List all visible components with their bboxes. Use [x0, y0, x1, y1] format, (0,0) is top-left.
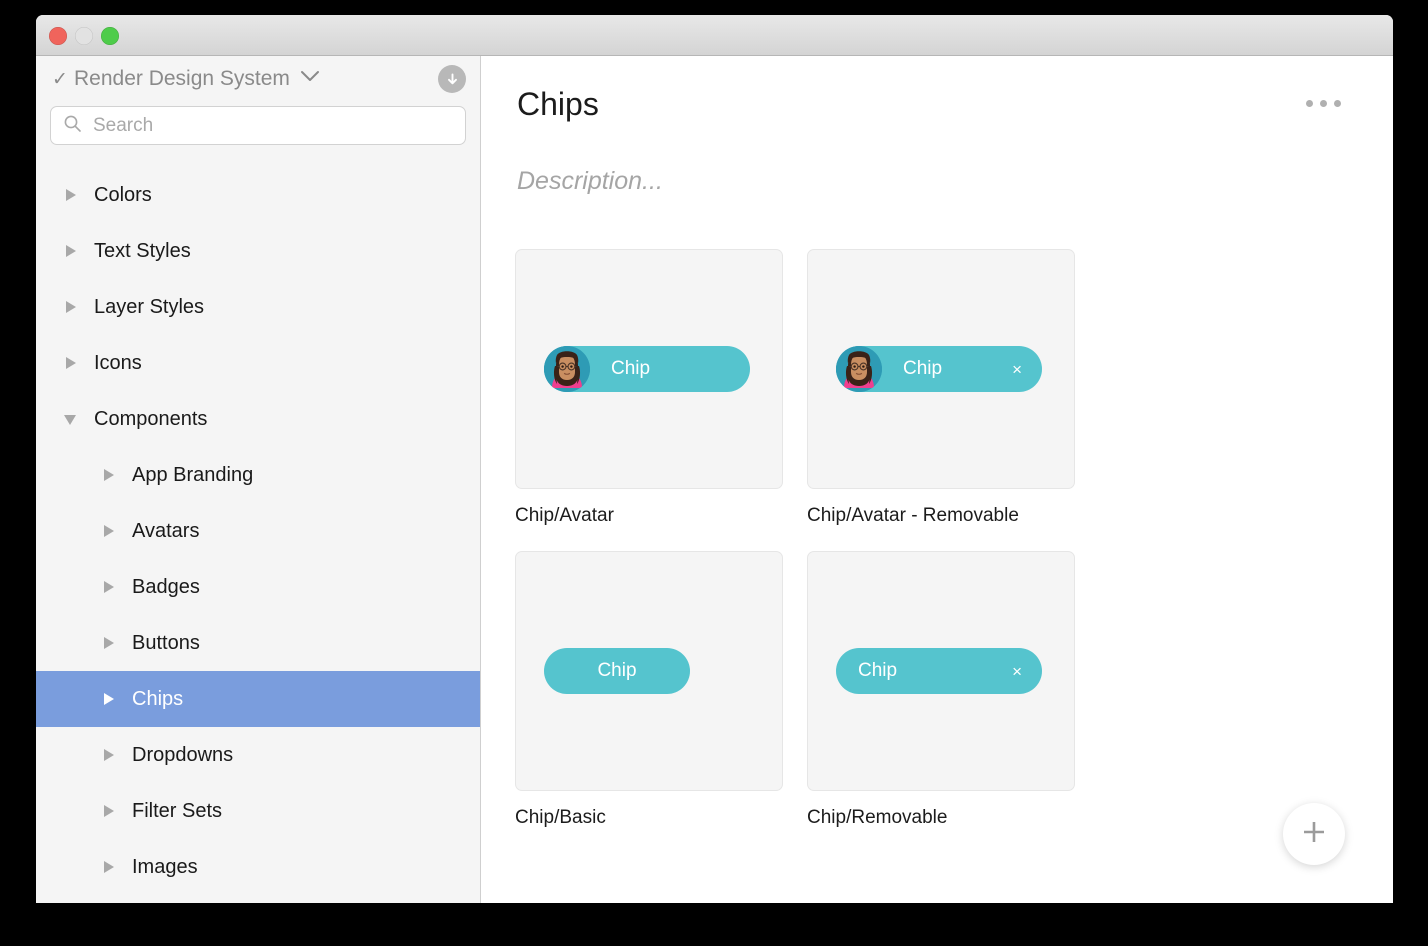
ellipsis-dot	[1334, 100, 1341, 107]
component-name-label: Chip/Avatar	[515, 505, 614, 526]
chip-label: Chip	[903, 358, 943, 379]
sidebar-item-dropdowns[interactable]: Dropdowns	[36, 727, 480, 783]
chevron-right-icon[interactable]	[66, 356, 78, 370]
sidebar-item-label: Icons	[94, 351, 142, 374]
library-selector[interactable]: ✓ Render Design System	[36, 56, 480, 102]
chevron-right-icon[interactable]	[104, 860, 116, 874]
sidebar-item-colors[interactable]: Colors	[36, 167, 480, 223]
chevron-right-icon[interactable]	[104, 692, 116, 706]
content-header: Chips	[481, 56, 1393, 123]
sidebar-item-label: App Branding	[132, 463, 254, 486]
component-name-label: Chip/Avatar - Removable	[807, 505, 1019, 526]
sidebar-item-images[interactable]: Images	[36, 839, 480, 895]
main-content: Chips Description... Chip Chip/Avatar Ch…	[481, 56, 1393, 903]
zoom-window-button[interactable]	[101, 27, 119, 45]
close-window-button[interactable]	[49, 27, 67, 45]
sidebar-item-label: Chips	[132, 687, 184, 710]
chevron-right-icon[interactable]	[66, 188, 78, 202]
chip-avatar-removable[interactable]: Chip ×	[836, 346, 1042, 392]
component-preview-card[interactable]: Chip	[515, 551, 783, 791]
woman-avatar-icon	[836, 346, 882, 392]
window-titlebar	[36, 15, 1393, 56]
chip-basic[interactable]: Chip	[544, 648, 690, 694]
sidebar-item-label: Components	[94, 407, 208, 430]
sidebar-item-text-styles[interactable]: Text Styles	[36, 223, 480, 279]
chevron-right-icon[interactable]	[104, 468, 116, 482]
traffic-lights	[49, 27, 119, 45]
page-title: Chips	[517, 86, 599, 122]
chevron-right-icon[interactable]	[66, 300, 78, 314]
ellipsis-dot	[1306, 100, 1313, 107]
woman-avatar-icon	[544, 346, 590, 392]
sidebar-item-app-branding[interactable]: App Branding	[36, 447, 480, 503]
sidebar-item-badges[interactable]: Badges	[36, 559, 480, 615]
close-icon[interactable]: ×	[1012, 663, 1022, 680]
sidebar-item-icons[interactable]: Icons	[36, 335, 480, 391]
chip-label: Chip	[858, 660, 898, 681]
sidebar: ✓ Render Design System Search Colors Tex…	[36, 56, 481, 903]
grid-cell: Chip Chip/Avatar	[515, 249, 783, 527]
chevron-right-icon[interactable]	[104, 636, 116, 650]
component-preview-card[interactable]: Chip	[515, 249, 783, 489]
component-preview-card[interactable]: Chip ×	[807, 551, 1075, 791]
description-field[interactable]: Description...	[481, 123, 1393, 196]
chip-avatar[interactable]: Chip	[544, 346, 750, 392]
grid-cell: Chip × Chip/Removable	[807, 551, 1075, 829]
library-name: Render Design System	[74, 67, 290, 90]
chevron-down-icon[interactable]	[64, 412, 78, 426]
chevron-right-icon[interactable]	[104, 580, 116, 594]
search-placeholder: Search	[93, 114, 154, 136]
plus-icon	[1300, 818, 1328, 851]
close-icon[interactable]: ×	[1012, 361, 1022, 378]
download-icon[interactable]	[438, 65, 466, 93]
sidebar-item-chips[interactable]: Chips	[36, 671, 480, 727]
window-body: ✓ Render Design System Search Colors Tex…	[36, 56, 1393, 903]
component-grid: Chip Chip/Avatar Chip × Chip/Avatar - Re…	[481, 196, 1361, 829]
sidebar-item-filter-sets[interactable]: Filter Sets	[36, 783, 480, 839]
sidebar-item-layer-styles[interactable]: Layer Styles	[36, 279, 480, 335]
chip-removable[interactable]: Chip ×	[836, 648, 1042, 694]
ellipsis-dot	[1320, 100, 1327, 107]
component-tree: Colors Text Styles Layer Styles Icons Co…	[36, 167, 480, 895]
chip-label: Chip	[611, 358, 651, 379]
sidebar-item-label: Buttons	[132, 631, 200, 654]
sidebar-item-components[interactable]: Components	[36, 391, 480, 447]
add-component-button[interactable]	[1283, 803, 1345, 865]
chevron-right-icon[interactable]	[104, 804, 116, 818]
app-window: ✓ Render Design System Search Colors Tex…	[36, 15, 1393, 903]
sidebar-item-buttons[interactable]: Buttons	[36, 615, 480, 671]
ellipsis-icon[interactable]	[1306, 100, 1341, 107]
chevron-down-icon[interactable]	[300, 70, 320, 88]
sidebar-item-label: Text Styles	[94, 239, 191, 262]
sidebar-item-label: Colors	[94, 183, 152, 206]
grid-cell: Chip × Chip/Avatar - Removable	[807, 249, 1075, 527]
check-icon: ✓	[52, 68, 68, 90]
sidebar-item-label: Badges	[132, 575, 200, 598]
sidebar-item-label: Layer Styles	[94, 295, 205, 318]
sidebar-item-label: Dropdowns	[132, 743, 234, 766]
search-input[interactable]: Search	[50, 106, 466, 145]
component-name-label: Chip/Removable	[807, 807, 948, 828]
search-icon	[63, 114, 82, 138]
component-preview-card[interactable]: Chip ×	[807, 249, 1075, 489]
sidebar-item-label: Images	[132, 855, 198, 878]
sidebar-item-avatars[interactable]: Avatars	[36, 503, 480, 559]
sidebar-item-label: Filter Sets	[132, 799, 223, 822]
chevron-right-icon[interactable]	[104, 524, 116, 538]
search-container: Search	[36, 102, 480, 145]
component-name-label: Chip/Basic	[515, 807, 606, 828]
sidebar-item-label: Avatars	[132, 519, 200, 542]
chevron-right-icon[interactable]	[66, 244, 78, 258]
minimize-window-button[interactable]	[75, 27, 93, 45]
chevron-right-icon[interactable]	[104, 748, 116, 762]
chip-label: Chip	[597, 660, 637, 681]
grid-cell: Chip Chip/Basic	[515, 551, 783, 829]
